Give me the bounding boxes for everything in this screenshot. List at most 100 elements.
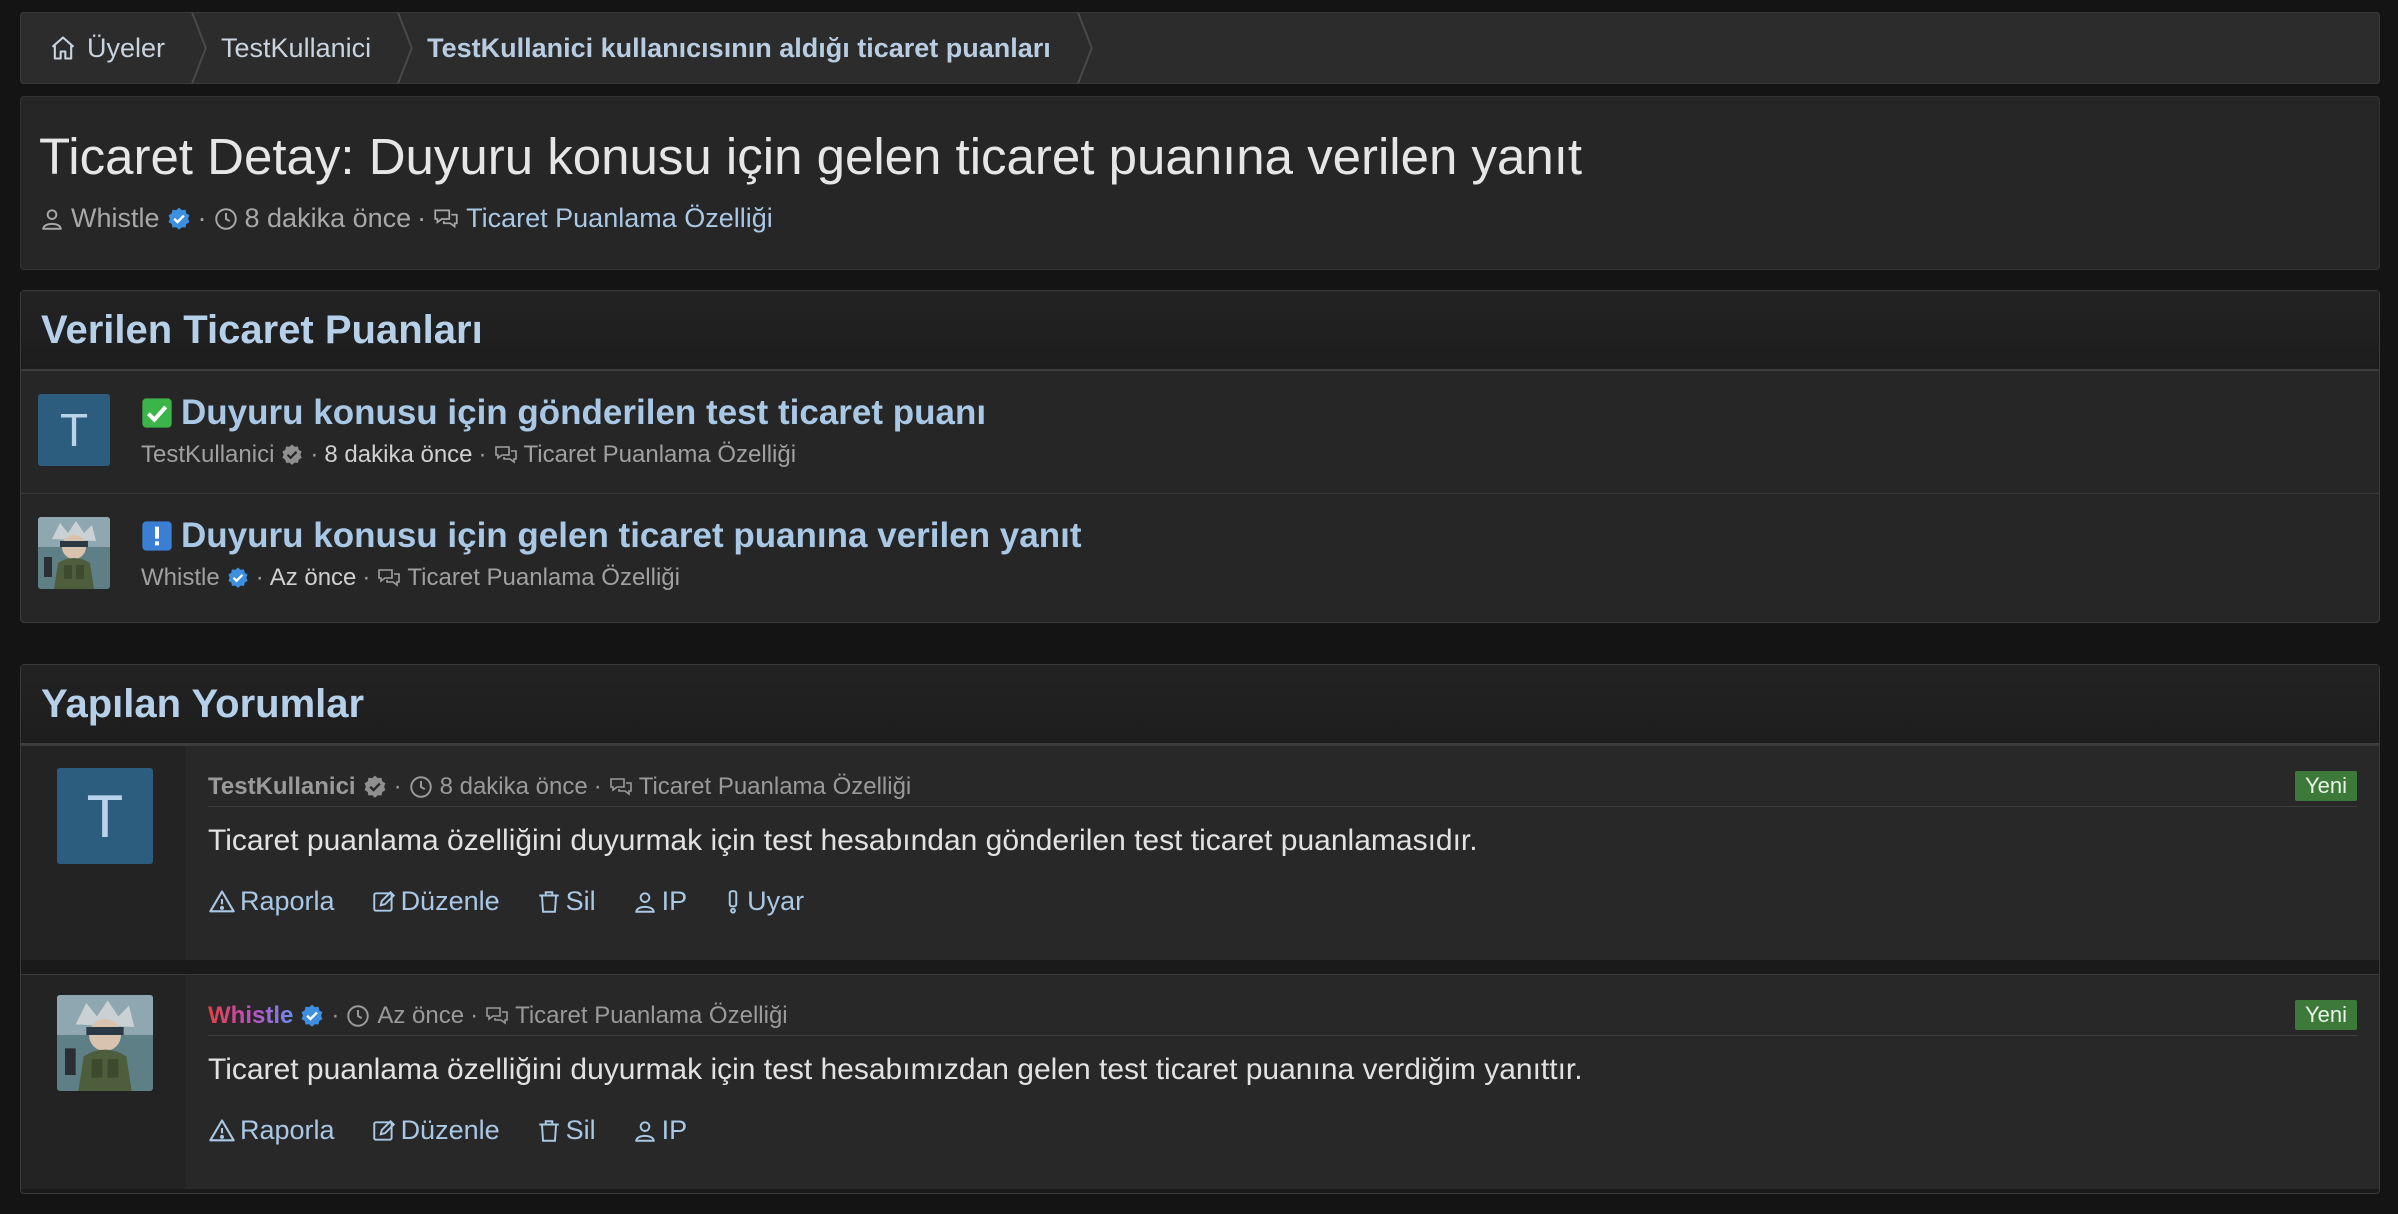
rating-title-link[interactable]: Duyuru konusu için gönderilen test ticar… [141, 393, 986, 433]
separator: · [362, 564, 371, 591]
verified-badge-icon [362, 774, 388, 800]
separator: · [478, 441, 487, 468]
separator: · [470, 1002, 479, 1029]
comment-header: Whistle · Az önce · Ticaret Puanlama Öze… [208, 997, 2357, 1036]
comments-icon [493, 443, 519, 467]
trash-icon [538, 1119, 559, 1142]
user-icon [39, 206, 65, 232]
avatar[interactable] [38, 517, 110, 589]
forum-link[interactable]: Ticaret Puanlama Özelliği [466, 203, 773, 234]
comment-actions: Raporla Düzenle Sil IP [208, 1115, 723, 1146]
forum-link[interactable]: Ticaret Puanlama Özelliği [515, 1002, 788, 1030]
separator: · [417, 203, 427, 233]
ratings-title: Verilen Ticaret Puanları [41, 307, 483, 352]
warning-icon [209, 1118, 235, 1141]
warn-label: Uyar [747, 886, 805, 916]
comments-title: Yapılan Yorumlar [41, 681, 365, 726]
edit-button[interactable]: Düzenle [371, 1115, 500, 1146]
page-title: Ticaret Detay: Duyuru konusu için gelen … [39, 128, 1583, 185]
edit-icon [372, 1119, 395, 1141]
page-header: Ticaret Detay: Duyuru konusu için gelen … [20, 96, 2380, 270]
rating-title: Duyuru konusu için gelen ticaret puanına… [181, 516, 1082, 555]
breadcrumb-label: TestKullanici [221, 32, 372, 63]
ratings-block: Verilen Ticaret Puanları T Duyuru konusu… [20, 290, 2380, 623]
separator: · [593, 773, 602, 800]
home-icon [49, 34, 77, 62]
post-time: 8 dakika önce [244, 203, 412, 233]
breadcrumb-item-current[interactable]: TestKullanici kullanıcısının aldığı tica… [399, 13, 1093, 83]
edit-icon [372, 890, 395, 912]
rating-meta: TestKullanici · 8 dakika önce · Ticaret … [141, 441, 796, 469]
avatar[interactable] [57, 995, 153, 1091]
delete-label: Sil [565, 886, 596, 916]
comment-item: Whistle · Az önce · Ticaret Puanlama Öze… [21, 974, 2379, 1189]
forum-link[interactable]: Ticaret Puanlama Özelliği [639, 773, 912, 801]
comments-icon [608, 775, 634, 799]
user-icon [634, 1120, 655, 1142]
edit-label: Düzenle [400, 886, 500, 916]
clock-icon [345, 1003, 371, 1029]
rating-time: Az önce [269, 564, 357, 591]
separator: · [331, 1002, 340, 1029]
forum-link[interactable]: Ticaret Puanlama Özelliği [524, 441, 797, 469]
separator: · [197, 203, 207, 233]
author-name[interactable]: Whistle [71, 203, 160, 234]
rating-time: 8 dakika önce [324, 441, 473, 468]
warn-button[interactable]: Uyar [723, 886, 804, 917]
report-button[interactable]: Raporla [208, 886, 335, 917]
exclamation-icon [728, 889, 738, 914]
breadcrumb-label: TestKullanici kullanıcısının aldığı tica… [427, 32, 1051, 63]
separator: · [393, 773, 402, 800]
user-icon [634, 891, 655, 913]
comment-item: T TestKullanici · 8 dakika önce · Ticare… [21, 745, 2379, 960]
page-meta: Whistle · 8 dakika önce · Ticaret Puanla… [39, 203, 773, 234]
report-button[interactable]: Raporla [208, 1115, 335, 1146]
ip-label: IP [661, 1115, 688, 1145]
chevron-right-icon [1077, 13, 1093, 83]
delete-button[interactable]: Sil [536, 1115, 596, 1146]
separator: · [310, 441, 319, 468]
report-label: Raporla [240, 1115, 335, 1145]
username-link[interactable]: TestKullanici [141, 441, 274, 469]
list-item: Duyuru konusu için gelen ticaret puanına… [21, 494, 2379, 617]
delete-label: Sil [565, 1115, 596, 1145]
comment-actions: Raporla Düzenle Sil IP Uyar [208, 886, 840, 917]
exclamation-icon [141, 520, 173, 552]
rating-meta: Whistle · Az önce · Ticaret Puanlama Öze… [141, 564, 680, 592]
ip-button[interactable]: IP [632, 1115, 688, 1146]
comments-header: Yapılan Yorumlar [21, 665, 2379, 745]
warning-icon [209, 889, 235, 912]
report-label: Raporla [240, 886, 335, 916]
comments-icon [432, 206, 460, 232]
clock-icon [408, 774, 434, 800]
check-icon [141, 397, 173, 429]
comment-time: Az önce [377, 1002, 465, 1029]
edit-label: Düzenle [400, 1115, 500, 1145]
delete-button[interactable]: Sil [536, 886, 596, 917]
verified-badge-icon [226, 566, 250, 590]
forum-link[interactable]: Ticaret Puanlama Özelliği [407, 564, 680, 592]
breadcrumb-label: Üyeler [87, 32, 166, 63]
rating-title-link[interactable]: Duyuru konusu için gelen ticaret puanına… [141, 516, 1081, 556]
verified-badge-icon [299, 1003, 325, 1029]
trash-icon [538, 890, 559, 913]
rating-title: Duyuru konusu için gönderilen test ticar… [181, 393, 987, 432]
comment-time: 8 dakika önce [439, 773, 588, 800]
username-link[interactable]: Whistle [208, 1002, 293, 1030]
ip-button[interactable]: IP [632, 886, 687, 917]
comment-body: Ticaret puanlama özelliğini duyurmak içi… [208, 1053, 1583, 1086]
verified-badge-icon [280, 443, 304, 467]
username-link[interactable]: Whistle [141, 564, 220, 592]
username-link[interactable]: TestKullanici [208, 773, 356, 801]
verified-badge-icon [166, 206, 192, 232]
separator: · [255, 564, 264, 591]
new-badge: Yeni [2294, 771, 2357, 801]
comment-body: Ticaret puanlama özelliğini duyurmak içi… [208, 824, 1478, 857]
edit-button[interactable]: Düzenle [371, 886, 500, 917]
new-badge: Yeni [2294, 1000, 2357, 1030]
avatar[interactable]: T [38, 394, 110, 466]
avatar[interactable]: T [57, 768, 153, 864]
comments-block: Yapılan Yorumlar T TestKullanici · 8 dak… [20, 664, 2380, 1194]
breadcrumb-item-members[interactable]: Üyeler [21, 13, 207, 83]
breadcrumb-item-user[interactable]: TestKullanici [193, 13, 413, 83]
